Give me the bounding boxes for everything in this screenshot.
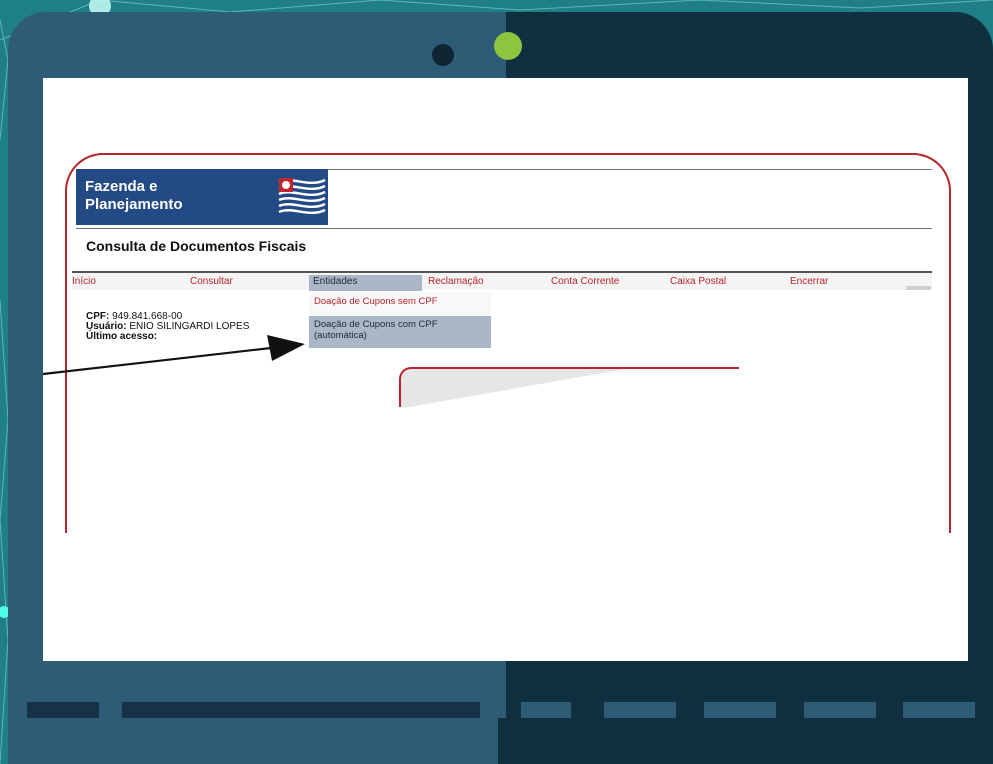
dropdown-item-sem-cpf[interactable]: Doação de Cupons sem CPF xyxy=(309,292,491,316)
laptop-screen: Fazenda e Planejamento Consulta de Docum… xyxy=(43,78,968,661)
laptop-base-right xyxy=(498,718,993,764)
menu-item-conta-corrente[interactable]: Conta Corrente xyxy=(551,275,651,291)
main-menu: Início Consultar Entidades Reclamação Co… xyxy=(72,271,932,291)
brand-logo[interactable]: Fazenda e Planejamento xyxy=(85,178,255,214)
key xyxy=(804,702,876,718)
menu-item-encerrar[interactable]: Encerrar xyxy=(790,275,890,291)
menu-item-consultar[interactable]: Consultar xyxy=(190,275,280,291)
content-panel xyxy=(399,367,739,407)
title-rule xyxy=(76,228,932,229)
entidades-dropdown: Doação de Cupons sem CPF Doação de Cupon… xyxy=(309,292,491,348)
menu-item-caixa-postal[interactable]: Caixa Postal xyxy=(670,275,770,291)
key xyxy=(27,702,99,718)
logo-line-1: Fazenda e xyxy=(85,178,158,195)
laptop-base-left xyxy=(8,718,498,764)
menu-item-entidades[interactable]: Entidades xyxy=(309,275,422,291)
spacebar-key xyxy=(122,702,480,718)
sao-paulo-flag-icon xyxy=(278,178,326,215)
logo-line-2: Planejamento xyxy=(85,196,183,213)
key xyxy=(903,702,975,718)
camera-icon xyxy=(432,44,454,66)
menu-end xyxy=(906,286,931,290)
laptop-base xyxy=(8,718,993,764)
page-title: Consulta de Documentos Fiscais xyxy=(86,238,307,254)
pointer-arrow-icon xyxy=(43,335,305,376)
menu-item-inicio[interactable]: Início xyxy=(72,275,142,291)
dropdown-item-com-cpf[interactable]: Doação de Cupons com CPF (automática) xyxy=(309,316,491,348)
key xyxy=(604,702,676,718)
keyboard-row xyxy=(8,702,993,718)
dropdown-item-com-cpf-line2: (automática) xyxy=(314,330,367,341)
dropdown-item-com-cpf-line1: Doação de Cupons com CPF xyxy=(314,319,438,330)
key xyxy=(521,702,571,718)
menu-item-reclamacao[interactable]: Reclamação xyxy=(428,275,528,291)
camera-light-icon xyxy=(494,32,522,60)
key xyxy=(704,702,776,718)
